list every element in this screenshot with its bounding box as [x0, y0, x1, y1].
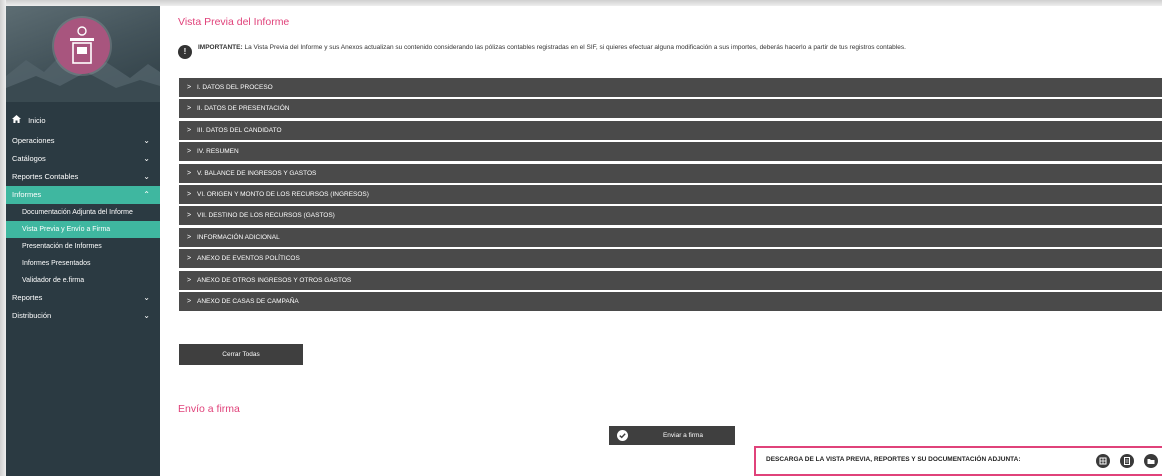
chevron-right-icon: > — [187, 126, 192, 134]
chevron-down-icon: ⌄ — [143, 172, 150, 181]
sidebar-item-label: Inicio — [28, 116, 46, 125]
sidebar-item-label: Reportes — [12, 293, 43, 302]
sidebar-subitem-label: Presentación de Informes — [22, 243, 102, 250]
download-panel: DESCARGA DE LA VISTA PREVIA, REPORTES Y … — [754, 446, 1162, 476]
info-icon: ! — [178, 45, 192, 59]
chevron-down-icon: ⌄ — [143, 136, 150, 145]
chevron-right-icon: > — [187, 255, 192, 263]
institution-logo — [54, 18, 110, 74]
document-download-icon[interactable] — [1120, 454, 1134, 468]
section-label: ANEXO DE CASAS DE CAMPAÑA — [197, 297, 299, 305]
chevron-right-icon: > — [187, 190, 192, 198]
sidebar-subitem-informes-presentados[interactable]: Informes Presentados — [6, 255, 160, 272]
section-label: ANEXO DE EVENTOS POLÍTICOS — [197, 255, 300, 263]
sidebar-item-label: Reportes Contables — [12, 172, 79, 181]
sidebar-item-distribucion[interactable]: Distribución ⌄ — [6, 307, 160, 325]
sidebar-item-label: Catálogos — [12, 154, 46, 163]
check-circle-icon — [617, 430, 628, 441]
chevron-right-icon: > — [187, 169, 192, 177]
sidebar-subitem-presentacion-informes[interactable]: Presentación de Informes — [6, 238, 160, 255]
chevron-down-icon: ⌄ — [143, 293, 150, 302]
send-button-label: Enviar a firma — [662, 432, 704, 439]
page-title: Vista Previa del Informe — [178, 16, 290, 28]
sidebar-nav: Inicio Operaciones ⌄ Catálogos ⌄ Reporte… — [6, 110, 160, 325]
chevron-down-icon: ⌄ — [143, 154, 150, 163]
notice-text-container: IMPORTANTE: La Vista Previa del Informe … — [198, 43, 1138, 52]
section-label: ANEXO DE OTROS INGRESOS Y OTROS GASTOS — [197, 276, 352, 284]
sidebar-subitem-label: Validador de e.firma — [22, 277, 85, 284]
section-label: V. BALANCE DE INGRESOS Y GASTOS — [197, 169, 317, 177]
accordion-section-resumen[interactable]: > IV. RESUMEN — [179, 142, 1162, 162]
chevron-right-icon: > — [187, 212, 192, 220]
chevron-up-icon: ⌃ — [143, 190, 150, 199]
accordion-section-eventos-politicos[interactable]: > ANEXO DE EVENTOS POLÍTICOS — [179, 249, 1162, 269]
sidebar-item-inicio[interactable]: Inicio — [6, 110, 160, 132]
accordion-section-informacion-adicional[interactable]: > INFORMACIÓN ADICIONAL — [179, 227, 1162, 247]
chevron-right-icon: > — [187, 148, 192, 156]
close-all-button[interactable]: Cerrar Todas — [179, 344, 303, 365]
accordion-section-datos-candidato[interactable]: > III. DATOS DEL CANDIDATO — [179, 120, 1162, 140]
section-label: VI. ORIGEN Y MONTO DE LOS RECURSOS (INGR… — [197, 190, 369, 198]
section-label: VII. DESTINO DE LOS RECURSOS (GASTOS) — [197, 212, 335, 220]
sidebar-subitem-validador-efirma[interactable]: Validador de e.firma — [6, 272, 160, 289]
spreadsheet-download-icon[interactable] — [1096, 454, 1110, 468]
sidebar-item-catalogos[interactable]: Catálogos ⌄ — [6, 150, 160, 168]
accordion-section-datos-proceso[interactable]: > I. DATOS DEL PROCESO — [179, 78, 1162, 97]
sidebar-subitem-label: Informes Presentados — [22, 260, 91, 267]
accordion-section-datos-presentacion[interactable]: > II. DATOS DE PRESENTACIÓN — [179, 99, 1162, 119]
chevron-down-icon: ⌄ — [143, 311, 150, 320]
send-section-title: Envío a firma — [178, 403, 240, 415]
sidebar-item-label: Distribución — [12, 311, 52, 320]
chevron-right-icon: > — [187, 276, 192, 284]
section-label: II. DATOS DE PRESENTACIÓN — [197, 105, 290, 113]
report-sections-accordion: > I. DATOS DEL PROCESO > II. DATOS DE PRES… — [179, 78, 1162, 313]
home-icon — [12, 110, 22, 132]
sidebar-subitem-label: Documentación Adjunta del Informe — [22, 209, 133, 216]
sidebar-item-reportes-contables[interactable]: Reportes Contables ⌄ — [6, 168, 160, 186]
section-label: INFORMACIÓN ADICIONAL — [197, 233, 280, 241]
section-label: IV. RESUMEN — [197, 148, 239, 156]
sidebar-subitem-label: Vista Previa y Envío a Firma — [22, 226, 111, 233]
accordion-section-origen-recursos[interactable]: > VI. ORIGEN Y MONTO DE LOS RECURSOS (ING… — [179, 184, 1162, 204]
main-content: Vista Previa del Informe ! IMPORTANTE: L… — [160, 6, 1162, 476]
accordion-section-balance[interactable]: > V. BALANCE DE INGRESOS Y GASTOS — [179, 163, 1162, 183]
sidebar-item-label: Informes — [12, 190, 42, 199]
sidebar-item-informes[interactable]: Informes ⌃ — [6, 186, 160, 204]
sidebar-subitem-vista-previa[interactable]: Vista Previa y Envío a Firma — [6, 221, 160, 238]
chevron-right-icon: > — [187, 105, 192, 113]
notice-bold-label: IMPORTANTE: — [198, 44, 243, 51]
accordion-section-otros-ingresos-gastos[interactable]: > ANEXO DE OTROS INGRESOS Y OTROS GASTOS — [179, 270, 1162, 290]
sidebar-item-operaciones[interactable]: Operaciones ⌄ — [6, 132, 160, 150]
send-to-sign-button[interactable]: Enviar a firma — [609, 426, 735, 445]
chevron-right-icon: > — [187, 297, 192, 305]
sidebar-item-reportes[interactable]: Reportes ⌄ — [6, 289, 160, 307]
accordion-section-destino-recursos[interactable]: > VII. DESTINO DE LOS RECURSOS (GASTOS) — [179, 206, 1162, 226]
sidebar-subitem-documentacion-adjunta[interactable]: Documentación Adjunta del Informe — [6, 204, 160, 221]
folder-download-icon[interactable] — [1144, 454, 1158, 468]
sidebar: Inicio Operaciones ⌄ Catálogos ⌄ Reporte… — [6, 6, 160, 476]
chevron-right-icon: > — [187, 84, 192, 91]
sidebar-item-label: Operaciones — [12, 136, 55, 145]
notice-text: La Vista Previa del Informe y sus Anexos… — [242, 44, 906, 51]
important-notice: ! IMPORTANTE: La Vista Previa del Inform… — [178, 43, 1138, 59]
section-label: III. DATOS DEL CANDIDATO — [197, 126, 282, 134]
sidebar-banner — [6, 6, 160, 102]
accordion-section-casas-campana[interactable]: > ANEXO DE CASAS DE CAMPAÑA — [179, 291, 1162, 311]
download-label: DESCARGA DE LA VISTA PREVIA, REPORTES Y … — [766, 456, 1021, 463]
section-label: I. DATOS DEL PROCESO — [197, 84, 273, 91]
chevron-right-icon: > — [187, 233, 192, 241]
